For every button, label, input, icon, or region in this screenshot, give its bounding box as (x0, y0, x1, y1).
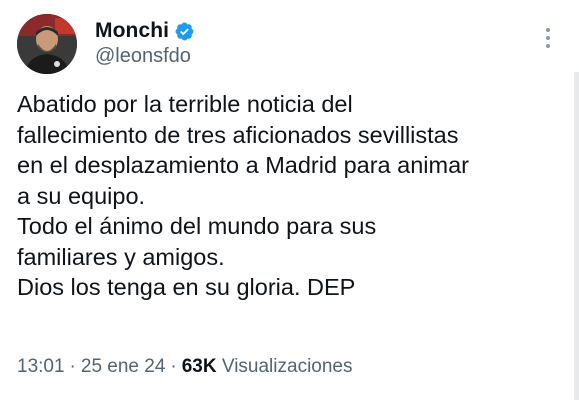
tweet-text-line: en el desplazamiento a Madrid para anima… (17, 152, 469, 178)
avatar[interactable] (17, 14, 77, 74)
author-name-row: Monchi (95, 19, 195, 43)
author-handle[interactable]: @leonsfdo (95, 45, 191, 68)
scrollbar-track[interactable] (574, 72, 579, 400)
tweet-meta: 13:01 · 25 ene 24 · 63K Visualizaciones (17, 356, 353, 378)
views-count[interactable]: 63K (182, 356, 217, 377)
tweet-card: Monchi @leonsfdo Abatido por la terrible… (0, 0, 579, 400)
dot (546, 28, 550, 32)
tweet-text: Abatido por la terrible noticia del fall… (17, 89, 562, 303)
meta-separator: · (69, 356, 76, 377)
tweet-date[interactable]: 25 ene 24 (81, 356, 166, 377)
verified-badge-icon (175, 22, 194, 40)
author-display-name[interactable]: Monchi (95, 19, 169, 43)
profile-photo (17, 14, 77, 74)
ellipsis-vertical-icon[interactable] (537, 24, 559, 52)
views-label[interactable]: Visualizaciones (222, 356, 353, 377)
tweet-text-line: Abatido por la terrible noticia del (17, 91, 353, 117)
tweet-text-line: Dios los tenga en su gloria. DEP (17, 274, 356, 300)
tweet-text-line: Todo el ánimo del mundo para sus (17, 213, 377, 239)
tweet-text-line: fallecimiento de tres aficionados sevill… (17, 121, 459, 148)
meta-separator: · (170, 356, 177, 377)
dot (546, 44, 550, 48)
tweet-text-line: familiares y amigos. (17, 243, 225, 270)
dot (546, 36, 550, 40)
tweet-time[interactable]: 13:01 (17, 356, 65, 377)
tweet-text-line: a su equipo. (17, 182, 146, 209)
